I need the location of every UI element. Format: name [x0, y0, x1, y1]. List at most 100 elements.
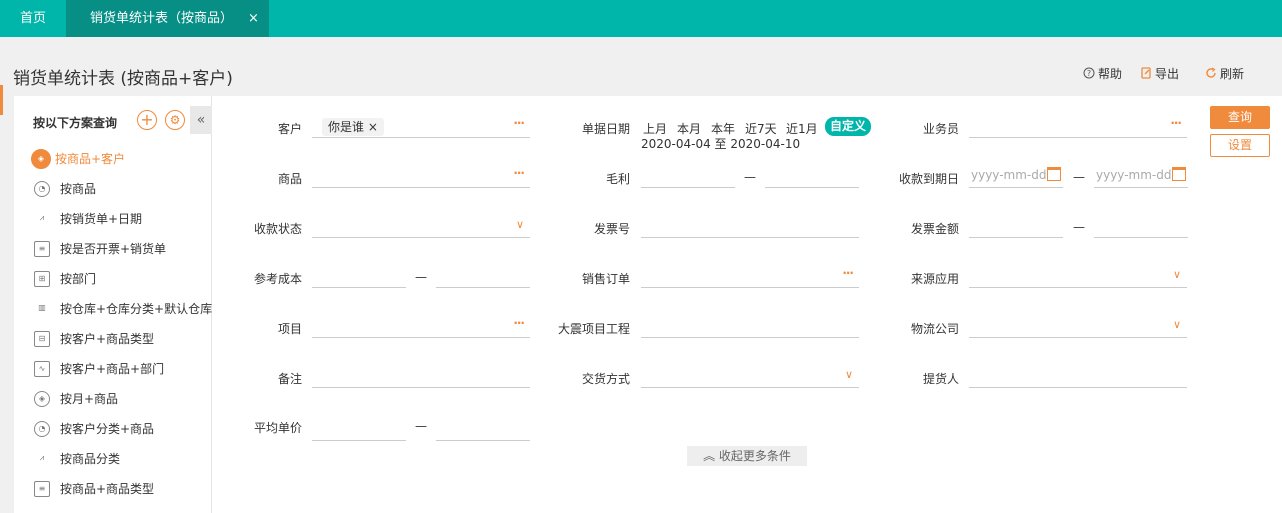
range-dash: —	[415, 270, 427, 284]
page-title: 销货单统计表 (按商品+客户)	[13, 69, 233, 89]
customer-field[interactable]: 你是谁 × ···	[312, 114, 530, 138]
invoice-amount-max[interactable]	[1094, 214, 1188, 238]
tab-home[interactable]: 首页	[0, 0, 66, 37]
query-button[interactable]: 查询	[1210, 106, 1270, 129]
top-tab-bar: 首页 销货单统计表（按商品） ×	[0, 0, 1282, 37]
more-icon[interactable]: ···	[513, 116, 525, 130]
close-icon[interactable]: ×	[248, 0, 259, 37]
customer-tag[interactable]: 你是谁 ×	[322, 118, 384, 136]
filter-form: 客户 你是谁 × ··· 单据日期 上月 本月 本年 近7天 近1月 自定义 2…	[212, 96, 1282, 513]
ref-cost-label: 参考成本	[253, 272, 302, 286]
payment-status-select[interactable]: ∨	[312, 214, 530, 238]
range-dash: —	[1073, 170, 1085, 184]
date-custom[interactable]: 自定义	[825, 117, 872, 136]
chevron-down-icon: ∨	[1172, 268, 1181, 281]
chevron-down-icon: ∨	[1172, 318, 1181, 331]
sidebar-item[interactable]: ⩘ 按商品分类	[34, 449, 120, 469]
bar-icon: ▥	[38, 302, 46, 312]
avg-price-min[interactable]	[312, 417, 406, 441]
add-scheme-button[interactable]: +	[137, 110, 157, 130]
payment-status-label: 收款状态	[253, 222, 302, 236]
project-label: 项目	[277, 322, 302, 336]
help-icon: ?	[1083, 67, 1095, 81]
box-icon: ◈	[31, 148, 51, 169]
salesman-label: 业务员	[922, 122, 959, 136]
settings-button[interactable]: 设置	[1210, 134, 1270, 157]
more-icon[interactable]: ···	[842, 266, 854, 280]
remark-label: 备注	[277, 372, 302, 386]
picker-field[interactable]	[969, 364, 1187, 388]
ref-cost-min[interactable]	[312, 264, 406, 288]
sidebar-item[interactable]: ⊞ 按部门	[34, 269, 96, 289]
trend-icon: ∿	[34, 360, 50, 377]
export-button[interactable]: 导出	[1140, 65, 1179, 82]
tab-sales-report-label: 销货单统计表（按商品）	[90, 11, 234, 26]
avg-price-max[interactable]	[436, 417, 530, 441]
calendar-icon[interactable]	[1047, 167, 1061, 181]
date-placeholder: yyyy-mm-dd	[1096, 168, 1172, 182]
gross-profit-max[interactable]	[765, 164, 859, 188]
sidebar-item[interactable]: ⊟ 按客户+商品类型	[34, 329, 154, 349]
collapse-sidebar-button[interactable]: «	[190, 106, 212, 134]
sidebar-item[interactable]: ◔ 按客户分类+商品	[34, 419, 154, 439]
sidebar-item[interactable]: ▥ 按仓库+仓库分类+默认仓库	[34, 299, 212, 319]
sidebar-item[interactable]: ◈ 按月+商品	[34, 389, 118, 409]
due-date-start[interactable]: yyyy-mm-dd	[969, 164, 1063, 188]
calendar-icon[interactable]	[1172, 167, 1186, 181]
sales-order-field[interactable]: ···	[641, 264, 859, 288]
collapse-conditions-button[interactable]: ︽ 收起更多条件	[687, 446, 807, 466]
pie-icon: ◔	[34, 180, 50, 197]
help-button[interactable]: ? 帮助	[1083, 65, 1122, 82]
more-icon[interactable]: ···	[513, 316, 525, 330]
sidebar-item[interactable]: ≡ 按是否开票+销货单	[34, 239, 166, 259]
sales-order-label: 销售订单	[581, 272, 630, 286]
settings-icon[interactable]: ⚙	[165, 110, 185, 130]
big-project-field[interactable]	[641, 314, 859, 338]
sidebar-item[interactable]: ◔ 按商品	[34, 179, 96, 199]
picker-label: 提货人	[922, 372, 959, 386]
salesman-field[interactable]: ···	[969, 114, 1187, 138]
logistics-select[interactable]: ∨	[969, 314, 1187, 338]
project-field[interactable]: ···	[312, 314, 530, 338]
sidebar-item[interactable]: ⩘ 按销货单+日期	[34, 209, 142, 229]
box-icon: ◈	[34, 390, 50, 407]
source-app-select[interactable]: ∨	[969, 264, 1187, 288]
delivery-select[interactable]: ∨	[641, 364, 859, 388]
dept-icon: ⊞	[34, 270, 50, 287]
gross-profit-label: 毛利	[605, 172, 630, 186]
sidebar-item[interactable]: ∿ 按客户+商品+部门	[34, 359, 164, 379]
chart-icon: ⩘	[39, 212, 45, 222]
customer-label: 客户	[277, 122, 302, 136]
range-dash: —	[1073, 220, 1085, 234]
range-dash: —	[744, 170, 756, 184]
date-range: 2020-04-04 至 2020-04-10	[641, 137, 801, 151]
left-accent	[0, 85, 3, 115]
avg-price-label: 平均单价	[253, 421, 302, 435]
ref-cost-max[interactable]	[436, 264, 530, 288]
sidebar: 按以下方案查询 + ⚙ « ◈ 按商品+客户 ◔ 按商品 ⩘ 按销货单+日期 ≡ 按是否…	[14, 96, 212, 513]
due-date-end[interactable]: yyyy-mm-dd	[1094, 164, 1188, 188]
card-icon: ≡	[34, 240, 50, 257]
refresh-button[interactable]: 刷新	[1205, 65, 1244, 82]
more-icon[interactable]: ···	[513, 166, 525, 180]
product-field[interactable]: ···	[312, 164, 530, 188]
gross-profit-min[interactable]	[641, 164, 735, 188]
svg-text:?: ?	[1087, 69, 1091, 78]
layout-icon: ⊟	[34, 330, 50, 347]
due-date-label: 收款到期日	[898, 172, 959, 186]
invoice-amount-label: 发票金额	[910, 222, 959, 236]
invoice-no-field[interactable]	[641, 214, 859, 238]
invoice-amount-min[interactable]	[969, 214, 1063, 238]
sidebar-item[interactable]: ≡ 按商品+商品类型	[34, 479, 154, 499]
remark-field[interactable]	[312, 364, 530, 388]
tab-sales-report[interactable]: 销货单统计表（按商品） ×	[66, 0, 269, 37]
export-icon	[1140, 67, 1152, 81]
more-icon[interactable]: ···	[1170, 116, 1182, 130]
sidebar-item[interactable]: ◈ 按商品+客户	[31, 148, 125, 169]
chevron-down-icon: ∨	[515, 218, 524, 231]
doc-date-label: 单据日期	[581, 122, 630, 136]
logistics-label: 物流公司	[910, 322, 959, 336]
big-project-label: 大震项目工程	[557, 322, 630, 336]
source-app-label: 来源应用	[910, 272, 959, 286]
chevron-down-icon: ∨	[844, 368, 853, 381]
